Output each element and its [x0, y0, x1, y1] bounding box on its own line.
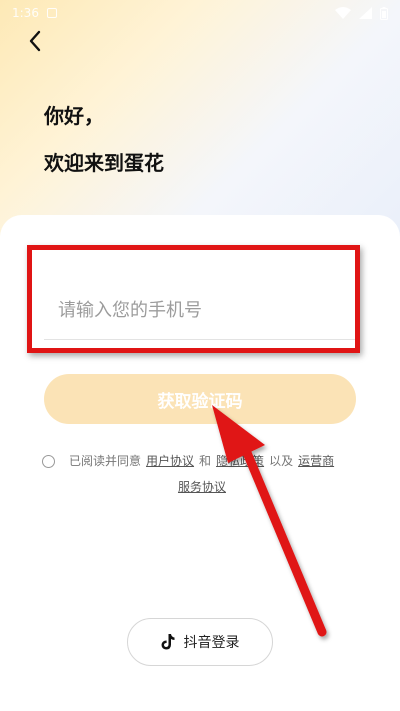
agreement-line: 已阅读并同意 用户协议 和 隐私政策 以及 运营商 — [42, 448, 362, 474]
user-agreement-link[interactable]: 用户协议 — [146, 448, 194, 474]
notification-icon — [46, 8, 57, 18]
signal-icon — [359, 7, 372, 19]
greeting-title: 你好， — [44, 104, 104, 128]
douyin-login-button[interactable]: 抖音登录 — [127, 618, 273, 666]
phone-input[interactable] — [44, 288, 356, 332]
status-bar: 1:36 — [0, 0, 400, 26]
chevron-left-icon — [29, 30, 41, 52]
operator-link[interactable]: 运营商 — [298, 448, 334, 474]
agreement-prefix: 已阅读并同意 — [69, 454, 142, 468]
douyin-login-label: 抖音登录 — [183, 635, 240, 651]
battery-icon — [380, 6, 388, 20]
welcome-title: 欢迎来到蛋花 — [44, 151, 164, 175]
agreement-line-2: 服务协议 — [42, 474, 362, 500]
agreement-section: 已阅读并同意 用户协议 和 隐私政策 以及 运营商 服务协议 — [42, 448, 362, 500]
status-icons — [335, 6, 388, 20]
get-code-button[interactable]: 获取验证码 — [44, 374, 356, 424]
privacy-policy-link[interactable]: 隐私政策 — [216, 448, 264, 474]
douyin-icon — [161, 634, 174, 650]
service-agreement-link[interactable]: 服务协议 — [178, 480, 226, 494]
agreement-also: 以及 — [269, 454, 294, 468]
phone-field-wrapper — [44, 288, 356, 340]
agreement-and: 和 — [199, 454, 212, 468]
agree-radio[interactable] — [42, 454, 55, 468]
wifi-icon — [335, 7, 351, 19]
back-button[interactable] — [20, 26, 50, 56]
status-time: 1:36 — [12, 6, 39, 20]
